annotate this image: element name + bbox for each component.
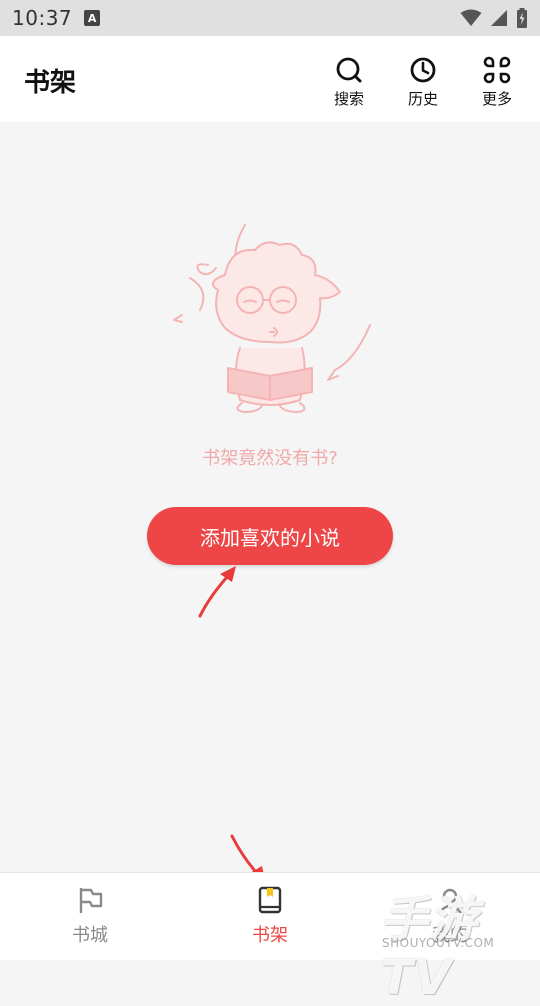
bottom-navigation: 书城 书架 我的 [0,872,540,960]
empty-shelf-message: 书架竟然没有书? [202,448,338,469]
signal-icon [491,10,507,26]
status-bar: 10:37 A [0,0,540,36]
nav-profile[interactable]: 我的 [400,885,500,955]
wifi-icon [460,9,482,26]
search-icon [336,57,362,83]
more-icon [483,56,511,84]
nav-bookshelf-label: 书架 [252,925,288,946]
nav-bookstore-label: 书城 [72,925,108,946]
more-label: 更多 [481,90,512,108]
status-icons [460,8,528,28]
history-button[interactable]: 历史 [393,56,453,112]
history-icon [410,57,436,83]
nav-bookshelf[interactable]: 书架 [220,885,320,955]
flag-icon [79,888,103,913]
annotation-arrow-icon [198,566,236,618]
more-button[interactable]: 更多 [467,56,527,112]
nav-profile-label: 我的 [432,925,468,946]
battery-icon [517,8,527,28]
add-favorite-novels-label: 添加喜欢的小说 [200,525,340,550]
notification-a-icon: A [84,10,101,26]
history-label: 历史 [407,90,438,108]
search-button[interactable]: 搜索 [319,56,379,112]
page-title: 书架 [24,68,77,98]
add-favorite-novels-button[interactable]: 添加喜欢的小说 [147,507,393,565]
sheep-reading-illustration [173,224,371,413]
book-icon [258,886,282,914]
profile-icon [438,888,462,914]
status-time: 10:37 [12,6,73,30]
nav-bookstore[interactable]: 书城 [40,885,140,955]
app-bar: 书架 搜索 历史 更多 [0,36,540,122]
search-label: 搜索 [333,90,364,108]
